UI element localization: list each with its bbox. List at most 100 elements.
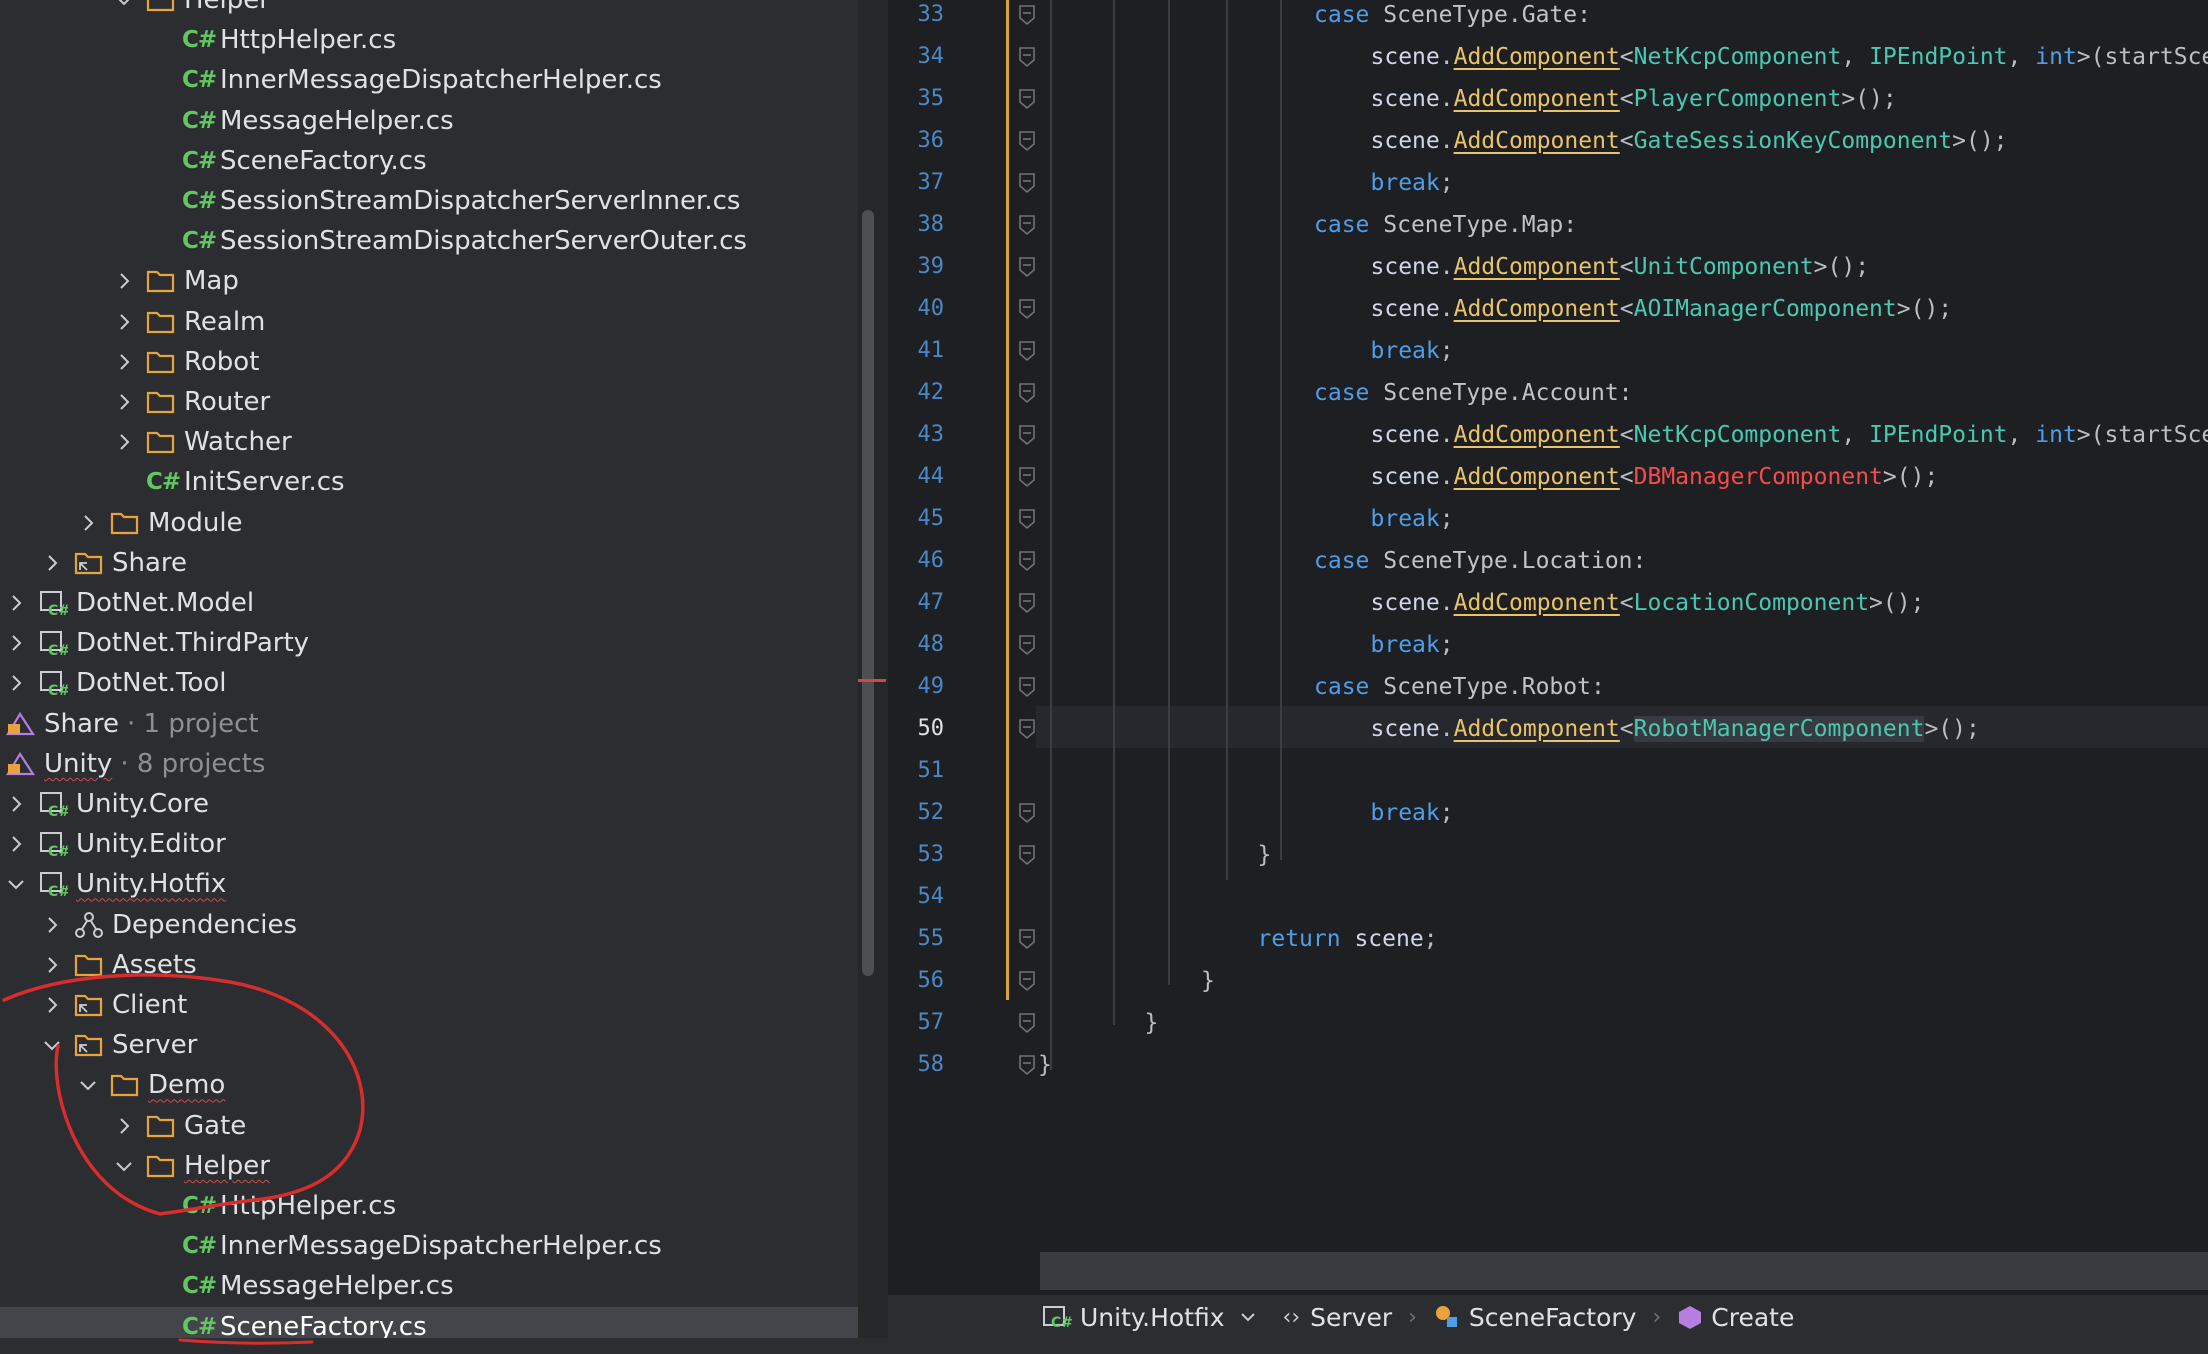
- fold-marker-icon[interactable]: [1018, 592, 1036, 614]
- tree-row[interactable]: Demo: [0, 1065, 858, 1105]
- tree-row[interactable]: Robot: [0, 342, 858, 382]
- fold-marker-icon[interactable]: [1018, 1012, 1036, 1034]
- fold-marker-icon[interactable]: [1018, 550, 1036, 572]
- fold-marker-icon[interactable]: [1018, 298, 1036, 320]
- horizontal-scrollbar[interactable]: [1040, 1252, 2208, 1290]
- fold-marker-icon[interactable]: [1018, 130, 1036, 152]
- tree-row[interactable]: C# DotNet.Model: [0, 583, 858, 623]
- fold-marker-icon[interactable]: [1018, 340, 1036, 362]
- folder-icon: [146, 1155, 175, 1177]
- tree-row[interactable]: Router: [0, 382, 858, 422]
- chevron-right-icon[interactable]: [112, 350, 136, 374]
- tree-row[interactable]: Module: [0, 503, 858, 543]
- chevron-down-icon[interactable]: [1237, 1306, 1259, 1328]
- breadcrumb-method[interactable]: Create: [1677, 1303, 1794, 1332]
- fold-marker-icon[interactable]: [1018, 88, 1036, 110]
- tree-row[interactable]: Unity · 8 projects: [0, 744, 858, 784]
- tree-row[interactable]: C# SessionStreamDispatcherServerOuter.cs: [0, 221, 858, 261]
- fold-marker-icon[interactable]: [1018, 46, 1036, 68]
- fold-marker-icon[interactable]: [1018, 256, 1036, 278]
- chevron-down-icon[interactable]: [4, 872, 28, 896]
- tree-row[interactable]: C# InnerMessageDispatcherHelper.cs: [0, 60, 858, 100]
- tree-row[interactable]: Watcher: [0, 422, 858, 462]
- fold-marker-icon[interactable]: [1018, 508, 1036, 530]
- fold-marker-icon[interactable]: [1018, 718, 1036, 740]
- code-editor[interactable]: 33 case SceneType.Gate: 34 scene.AddCompone…: [888, 0, 2208, 1294]
- line-number: 40: [917, 296, 945, 321]
- breadcrumb-class[interactable]: SceneFactory: [1433, 1303, 1636, 1332]
- fold-marker-icon[interactable]: [1018, 802, 1036, 824]
- chevron-down-icon[interactable]: [40, 1033, 64, 1057]
- fold-marker-icon[interactable]: [1018, 172, 1036, 194]
- code-token: ,: [1841, 44, 1870, 70]
- chevron-right-icon[interactable]: [40, 953, 64, 977]
- fold-marker-icon[interactable]: [1018, 4, 1036, 26]
- tree-row[interactable]: C# HttpHelper.cs: [0, 20, 858, 60]
- tree-row[interactable]: Dependencies: [0, 905, 858, 945]
- chevron-down-icon[interactable]: [112, 0, 136, 12]
- fold-marker-icon[interactable]: [1018, 1054, 1036, 1076]
- tree-row[interactable]: C# InnerMessageDispatcherHelper.cs: [0, 1226, 858, 1266]
- breadcrumb-separator: ›: [1652, 1304, 1662, 1330]
- code-line: break;: [1371, 162, 1454, 204]
- chevron-right-icon[interactable]: [4, 591, 28, 615]
- breadcrumb-project[interactable]: C# Unity.Hotfix: [1042, 1303, 1259, 1332]
- tree-row[interactable]: Map: [0, 261, 858, 301]
- chevron-right-icon[interactable]: [4, 671, 28, 695]
- fold-marker-icon[interactable]: [1018, 634, 1036, 656]
- tree-row[interactable]: Assets: [0, 945, 858, 985]
- chevron-down-icon[interactable]: [76, 1073, 100, 1097]
- fold-marker-icon[interactable]: [1018, 214, 1036, 236]
- code-line: scene.AddComponent<NetKcpComponent, IPEn…: [1371, 414, 2208, 456]
- tree-row[interactable]: C# DotNet.ThirdParty: [0, 623, 858, 663]
- code-token: break: [1370, 800, 1440, 826]
- fold-marker-icon[interactable]: [1018, 676, 1036, 698]
- chevron-down-icon[interactable]: [112, 1154, 136, 1178]
- fold-marker-icon[interactable]: [1018, 382, 1036, 404]
- tree-row[interactable]: C# InitServer.cs: [0, 462, 858, 502]
- tree-row[interactable]: Helper: [0, 0, 858, 20]
- tree-row[interactable]: C# Unity.Editor: [0, 824, 858, 864]
- tree-row[interactable]: C# MessageHelper.cs: [0, 101, 858, 141]
- breadcrumb-namespace[interactable]: ‹› Server: [1283, 1303, 1393, 1332]
- tree-row[interactable]: Share · 1 project: [0, 704, 858, 744]
- fold-marker-icon[interactable]: [1018, 844, 1036, 866]
- fold-marker-icon[interactable]: [1018, 466, 1036, 488]
- code-token: DBManagerComponent: [1633, 464, 1883, 490]
- tree-row[interactable]: C# DotNet.Tool: [0, 663, 858, 703]
- chevron-right-icon[interactable]: [40, 551, 64, 575]
- code-token: scene: [1370, 296, 1440, 322]
- tree-row[interactable]: C# MessageHelper.cs: [0, 1266, 858, 1306]
- tree-row[interactable]: Share: [0, 543, 858, 583]
- fold-marker-icon[interactable]: [1018, 970, 1036, 992]
- tree-row[interactable]: C# SessionStreamDispatcherServerInner.cs: [0, 181, 858, 221]
- chevron-right-icon[interactable]: [76, 511, 100, 535]
- tree-item-label: Gate: [184, 1110, 247, 1141]
- tree-row[interactable]: C# Unity.Hotfix: [0, 864, 858, 904]
- tree-row[interactable]: Gate: [0, 1106, 858, 1146]
- code-token: AOIManagerComponent: [1633, 296, 1897, 322]
- chevron-right-icon[interactable]: [112, 430, 136, 454]
- tree-row[interactable]: Server: [0, 1025, 858, 1065]
- tree-row[interactable]: C# SceneFactory.cs: [0, 1306, 858, 1338]
- chevron-right-icon[interactable]: [4, 792, 28, 816]
- fold-marker-icon[interactable]: [1018, 928, 1036, 950]
- chevron-right-icon[interactable]: [112, 1114, 136, 1138]
- chevron-right-icon[interactable]: [4, 631, 28, 655]
- tree-scrollbar[interactable]: [862, 210, 874, 976]
- chevron-right-icon[interactable]: [4, 832, 28, 856]
- chevron-right-icon[interactable]: [112, 390, 136, 414]
- tree-row[interactable]: C# SceneFactory.cs: [0, 141, 858, 181]
- tree-row[interactable]: C# HttpHelper.cs: [0, 1186, 858, 1226]
- tree-row[interactable]: Realm: [0, 302, 858, 342]
- folder-icon: [146, 432, 175, 454]
- tree-row[interactable]: C# Unity.Core: [0, 784, 858, 824]
- tree-item-label: Realm: [184, 306, 266, 337]
- tree-row[interactable]: Helper: [0, 1146, 858, 1186]
- chevron-right-icon[interactable]: [40, 993, 64, 1017]
- fold-marker-icon[interactable]: [1018, 424, 1036, 446]
- chevron-right-icon[interactable]: [40, 913, 64, 937]
- chevron-right-icon[interactable]: [112, 310, 136, 334]
- tree-row[interactable]: Client: [0, 985, 858, 1025]
- chevron-right-icon[interactable]: [112, 269, 136, 293]
